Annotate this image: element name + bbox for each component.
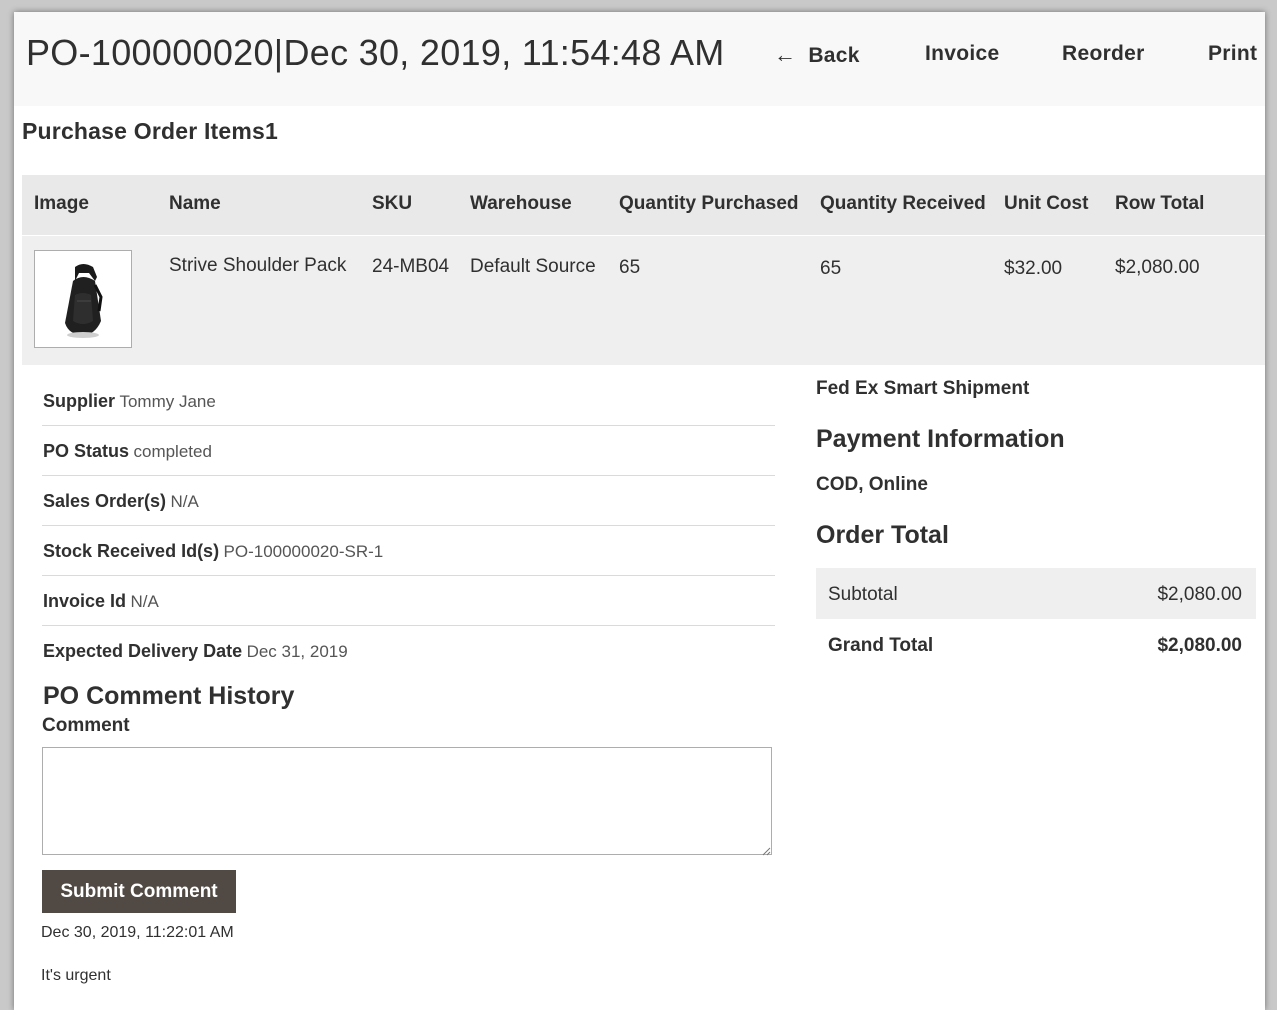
back-button[interactable]: ← Back	[774, 42, 860, 68]
stock-received-value: PO-100000020-SR-1	[223, 542, 384, 561]
item-qty-purchased: 65	[619, 257, 641, 278]
invoice-button[interactable]: Invoice	[925, 42, 999, 66]
col-header-row-total: Row Total	[1115, 193, 1205, 214]
supplier-label: Supplier	[43, 391, 116, 411]
order-total-title: Order Total	[816, 521, 949, 549]
totals-table: Subtotal $2,080.00 Grand Total $2,080.00	[816, 568, 1256, 670]
item-warehouse: Default Source	[470, 256, 596, 277]
print-button[interactable]: Print	[1208, 42, 1257, 66]
col-header-unit-cost: Unit Cost	[1004, 193, 1089, 214]
comment-text: It's urgent	[41, 967, 111, 984]
table-header: Image Name SKU Warehouse Quantity Purcha…	[22, 175, 1265, 236]
items-table: Image Name SKU Warehouse Quantity Purcha…	[22, 175, 1265, 365]
col-header-qty-purchased: Quantity Purchased	[619, 193, 799, 214]
shipping-method: Fed Ex Smart Shipment	[816, 378, 1030, 399]
info-row-sales-orders: Sales Order(s) N/A	[42, 476, 775, 526]
subtotal-row: Subtotal $2,080.00	[816, 568, 1256, 619]
subtotal-label: Subtotal	[828, 584, 898, 605]
page-title: PO-100000020|Dec 30, 2019, 11:54:48 AM	[26, 32, 725, 73]
comment-field-label: Comment	[42, 715, 130, 736]
col-header-name: Name	[169, 193, 221, 214]
expected-delivery-label: Expected Delivery Date	[43, 641, 243, 661]
sales-orders-label: Sales Order(s)	[43, 491, 167, 511]
info-row-supplier: Supplier Tommy Jane	[42, 376, 775, 426]
expected-delivery-value: Dec 31, 2019	[246, 642, 348, 661]
product-image[interactable]	[34, 250, 132, 348]
col-header-image: Image	[34, 193, 89, 214]
info-row-status: PO Status completed	[42, 426, 775, 476]
invoice-id-value: N/A	[130, 592, 159, 611]
item-unit-cost: $32.00	[1004, 258, 1063, 279]
info-row-expected-delivery: Expected Delivery Date Dec 31, 2019	[42, 626, 775, 675]
comment-history-title: PO Comment History	[43, 682, 295, 710]
back-button-label: Back	[808, 44, 860, 67]
col-header-warehouse: Warehouse	[470, 193, 572, 214]
subtotal-value: $2,080.00	[1157, 584, 1242, 605]
po-info-list: Supplier Tommy Jane PO Status completed …	[42, 376, 775, 675]
comment-textarea[interactable]	[42, 747, 772, 855]
item-name: Strive Shoulder Pack	[169, 255, 347, 276]
supplier-value: Tommy Jane	[119, 392, 216, 411]
submit-comment-button[interactable]: Submit Comment	[42, 870, 236, 913]
backpack-icon	[65, 264, 103, 338]
resize-handle-icon[interactable]	[761, 846, 771, 856]
grand-total-value: $2,080.00	[1157, 635, 1242, 656]
arrow-left-icon: ←	[774, 42, 797, 67]
reorder-button[interactable]: Reorder	[1062, 42, 1145, 66]
info-row-stock-received: Stock Received Id(s) PO-100000020-SR-1	[42, 526, 775, 576]
payment-info-title: Payment Information	[816, 425, 1065, 453]
col-header-sku: SKU	[372, 193, 413, 214]
item-row-total: $2,080.00	[1115, 257, 1200, 278]
stock-received-label: Stock Received Id(s)	[43, 541, 220, 561]
invoice-id-label: Invoice Id	[43, 591, 127, 611]
grand-total-row: Grand Total $2,080.00	[816, 619, 1256, 670]
grand-total-label: Grand Total	[828, 635, 934, 656]
comment-date: Dec 30, 2019, 11:22:01 AM	[41, 924, 234, 941]
po-status-label: PO Status	[43, 441, 130, 461]
col-header-qty-received: Quantity Received	[820, 193, 986, 214]
page-frame: PO-100000020|Dec 30, 2019, 11:54:48 AM ←…	[14, 12, 1265, 1010]
item-sku: 24-MB04	[372, 256, 450, 277]
sales-orders-value: N/A	[170, 492, 199, 511]
items-section-title: Purchase Order Items1	[22, 118, 279, 144]
item-qty-received: 65	[820, 258, 842, 279]
info-row-invoice-id: Invoice Id N/A	[42, 576, 775, 626]
page-header: PO-100000020|Dec 30, 2019, 11:54:48 AM ←…	[14, 12, 1265, 106]
payment-method: COD, Online	[816, 474, 928, 495]
po-status-value: completed	[133, 442, 212, 461]
